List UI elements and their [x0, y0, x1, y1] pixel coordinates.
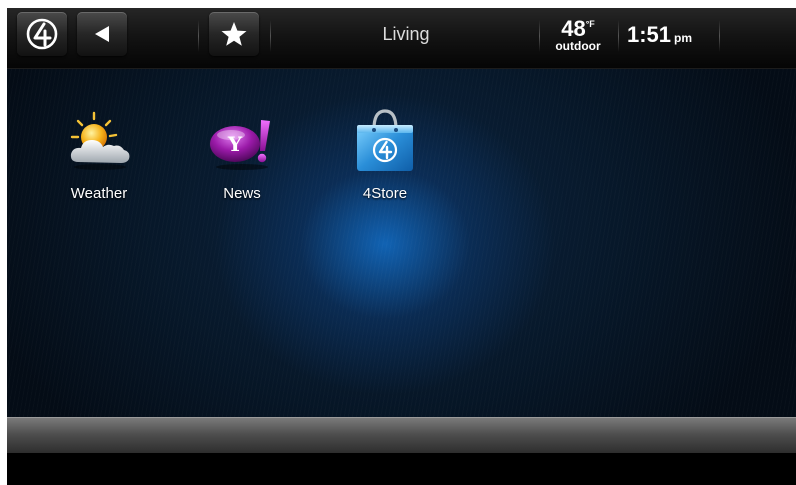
clock-time: 1:51 — [627, 22, 672, 47]
control4-logo-button[interactable] — [17, 12, 67, 56]
separator — [539, 20, 540, 52]
room-title: Living — [382, 24, 430, 44]
app-label: News — [223, 185, 261, 202]
back-button[interactable] — [77, 12, 127, 56]
temperature-value: 48 — [561, 16, 586, 41]
star-icon — [221, 22, 247, 46]
control4-logo-icon — [26, 18, 58, 50]
app-4store[interactable]: 4Store — [335, 107, 435, 202]
bottom-bar — [7, 417, 796, 454]
temperature-label: outdoor — [555, 39, 601, 53]
weather-icon — [70, 111, 130, 170]
clock-ampm: pm — [674, 31, 693, 45]
separator — [270, 20, 271, 52]
favorites-button[interactable] — [209, 12, 259, 56]
app-weather[interactable]: Weather — [49, 107, 149, 202]
back-arrow-icon — [95, 26, 109, 42]
app-grid: Weather Y News 4Store — [7, 69, 796, 417]
store-bag-icon — [357, 109, 413, 171]
separator — [198, 20, 199, 52]
temperature-unit: °F — [585, 19, 595, 29]
app-label: 4Store — [362, 185, 408, 202]
top-bar: Living 48°F outdoor 1:51 pm — [7, 8, 796, 69]
touchscreen-device: Living 48°F outdoor 1:51 pm Weather Y Ne… — [7, 8, 796, 485]
clock: 1:51 pm — [627, 22, 692, 48]
svg-text:Y: Y — [227, 132, 243, 156]
app-news[interactable]: Y News — [192, 107, 292, 202]
bottom-edge — [7, 453, 796, 485]
separator — [719, 20, 720, 52]
app-label: Weather — [70, 185, 128, 202]
separator — [618, 20, 619, 52]
outdoor-temperature: 48°F outdoor — [545, 16, 611, 53]
yahoo-news-icon: Y — [210, 120, 270, 170]
